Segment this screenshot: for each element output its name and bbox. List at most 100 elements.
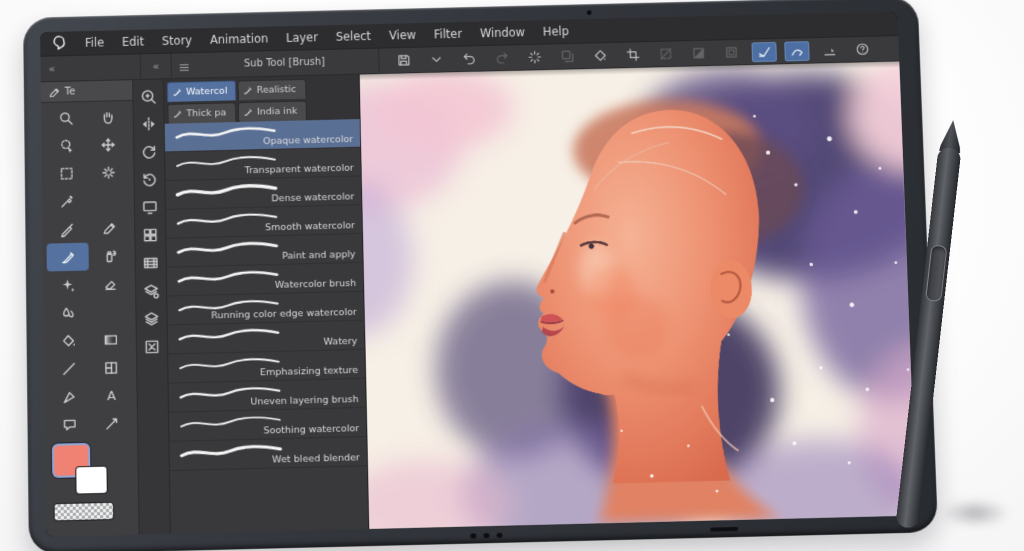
polyline-icon[interactable] (48, 382, 90, 411)
menu-item-select[interactable]: Select (327, 29, 380, 44)
svg-text:A: A (107, 389, 116, 404)
pencil-icon (48, 85, 61, 98)
blend-icon[interactable] (47, 298, 89, 327)
brush-tab-icon (243, 107, 254, 118)
display-icon[interactable] (141, 198, 159, 216)
brush-tab-icon (172, 87, 183, 98)
airbrush-icon[interactable] (88, 242, 130, 271)
brush-list: Opaque watercolor Transparent watercolor (165, 119, 369, 534)
object-icon[interactable] (45, 132, 87, 161)
color-swatches (45, 442, 139, 535)
subtool-panel: Watercol Realistic Thick pa (164, 75, 369, 534)
subtool-tab-label: Realistic (257, 84, 297, 96)
subtool-tab-realistic[interactable]: Realistic (238, 79, 307, 100)
app-window: File Edit Story Animation Layer Select V… (40, 11, 916, 536)
brush-name: Smooth watercolor (265, 220, 355, 233)
subtool-tab-label: Watercol (186, 86, 228, 98)
brush-name: Opaque watercolor (263, 134, 353, 147)
undo-icon[interactable] (457, 49, 482, 69)
canvas-drawing-surface[interactable] (360, 62, 916, 529)
menu-item-window[interactable]: Window (471, 25, 534, 40)
snap-line-icon[interactable] (817, 40, 843, 60)
layers-icon[interactable] (142, 310, 160, 328)
tool-palette-tab[interactable]: Te (41, 80, 133, 103)
rotate-reset-icon[interactable] (140, 170, 158, 188)
copy-icon[interactable] (555, 46, 580, 66)
timeline-icon[interactable] (142, 254, 160, 272)
crop-icon[interactable] (620, 45, 645, 65)
brush-name: Soothing watercolor (263, 423, 359, 436)
collapse-chevron-icon: « (152, 60, 159, 73)
transparent-color-swatch[interactable] (55, 503, 114, 521)
flip-horizontal-icon[interactable] (140, 115, 158, 133)
brush-name: Dense watercolor (271, 191, 354, 204)
sub-color-swatch[interactable] (76, 467, 107, 494)
eyedropper-icon[interactable] (46, 187, 88, 216)
deselect-icon[interactable] (653, 44, 678, 64)
invert-selection-icon[interactable] (686, 43, 711, 63)
subtool-tab-label: Thick pa (186, 107, 226, 119)
chevron-down-icon[interactable] (424, 49, 449, 69)
brush-icon[interactable] (47, 243, 89, 272)
menu-item-help[interactable]: Help (534, 24, 578, 39)
tool-palette: Te (41, 80, 140, 537)
quick-bar-collapse[interactable]: « (141, 54, 172, 79)
text-icon[interactable]: A (90, 381, 133, 410)
navigator-icon[interactable] (139, 87, 157, 105)
flow-icon[interactable] (91, 410, 134, 439)
eraser-icon[interactable] (89, 269, 131, 298)
decoration-icon[interactable] (47, 270, 89, 299)
subtool-tab-thick-pa[interactable]: Thick pa (167, 102, 236, 123)
brush-name: Emphasizing texture (260, 365, 358, 378)
front-camera (587, 10, 592, 15)
panel-menu-icon[interactable] (178, 59, 191, 72)
product-photo-stage: File Edit Story Animation Layer Select V… (0, 0, 1024, 551)
menu-item-file[interactable]: File (76, 35, 113, 50)
brush-wet-bleed-blender[interactable]: Wet bleed blender (169, 437, 367, 471)
zoom-icon[interactable] (45, 104, 87, 133)
pixel-grid-icon[interactable] (141, 226, 159, 244)
hand-icon[interactable] (87, 103, 129, 132)
marquee-icon[interactable] (46, 159, 88, 188)
snap-curve-icon[interactable] (784, 41, 809, 61)
move-icon[interactable] (87, 131, 129, 160)
brush-name: Running color edge watercolor (211, 307, 357, 322)
subtool-tab-label: India ink (257, 106, 297, 118)
fill-bucket-icon[interactable] (47, 326, 89, 355)
save-icon[interactable] (391, 50, 416, 70)
brush-name: Watercolor brush (275, 278, 356, 291)
spinner-icon[interactable] (522, 47, 547, 67)
figure-icon[interactable] (48, 354, 90, 383)
help-icon[interactable] (850, 39, 876, 59)
menu-item-edit[interactable]: Edit (113, 34, 153, 49)
brush-stroke-preview (173, 268, 283, 288)
brush-tab-icon (172, 108, 183, 119)
redo-icon[interactable] (489, 48, 514, 68)
rotate-icon[interactable] (140, 143, 158, 161)
layer-property-icon[interactable] (142, 282, 160, 300)
subtool-tab-india-ink[interactable]: India ink (238, 101, 307, 122)
workspace: Te (41, 62, 917, 537)
brush-stroke-preview (176, 442, 287, 462)
menu-item-animation[interactable]: Animation (201, 31, 277, 47)
clear-icon[interactable] (588, 45, 613, 65)
menu-item-filter[interactable]: Filter (425, 27, 471, 42)
selection-border-icon[interactable] (719, 42, 744, 62)
menu-item-layer[interactable]: Layer (277, 30, 327, 45)
wand-icon[interactable] (87, 158, 129, 187)
delete-layer-icon[interactable] (143, 338, 161, 356)
gradient-icon[interactable] (90, 325, 132, 354)
brush-stroke-preview (174, 326, 284, 346)
pencil-icon[interactable] (88, 214, 130, 243)
brush-name: Wet bleed blender (272, 452, 360, 465)
balloon-icon[interactable] (48, 411, 91, 440)
subtool-tab-watercol[interactable]: Watercol (167, 81, 236, 102)
menu-item-view[interactable]: View (380, 28, 425, 43)
tool-palette-collapse[interactable]: « (40, 54, 141, 81)
menu-item-story[interactable]: Story (153, 33, 201, 48)
snap-ruler-icon[interactable] (751, 41, 776, 61)
frame-icon[interactable] (90, 353, 132, 382)
clip-studio-logo-icon (50, 34, 68, 52)
subtool-tabs: Watercol Realistic Thick pa (164, 75, 360, 124)
pen-icon[interactable] (46, 215, 88, 244)
